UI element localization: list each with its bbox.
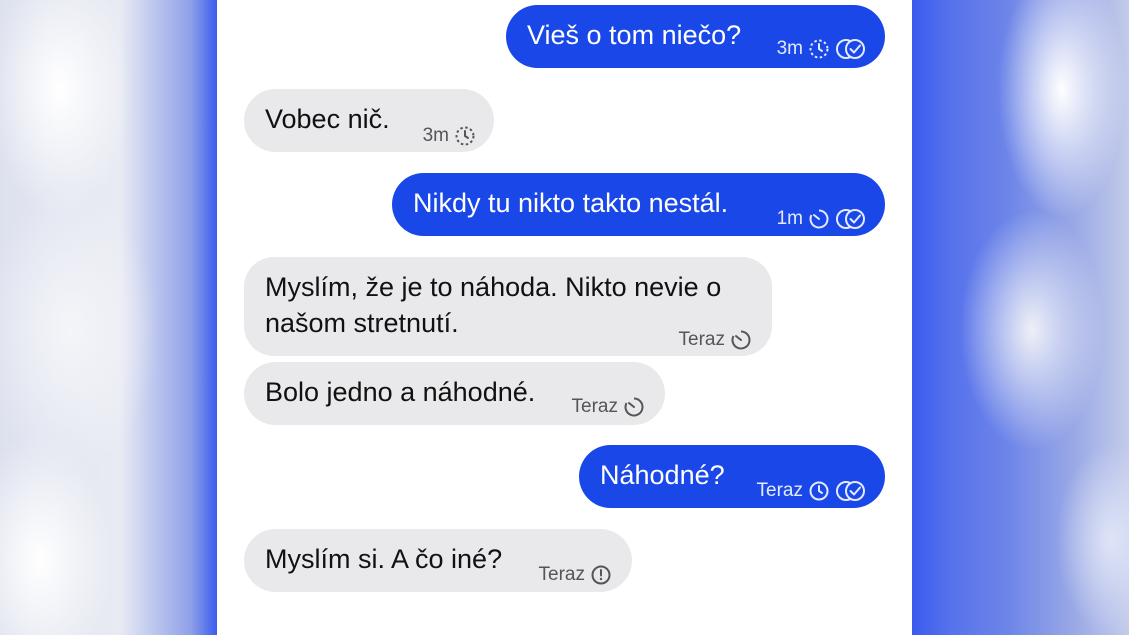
- message-meta: Teraz: [539, 556, 612, 593]
- sending-clock-icon: [809, 39, 829, 58]
- message-meta: 3m: [423, 117, 476, 154]
- message-meta: Teraz: [572, 388, 645, 425]
- message-time: 3m: [422, 125, 449, 146]
- clock-icon: [591, 565, 611, 584]
- message-time: Teraz: [538, 564, 585, 585]
- message-text-line-2: našom stretnutí.: [265, 308, 459, 338]
- message-time: 1m: [776, 208, 803, 229]
- message-text: Nikdy tu nikto takto nestál.: [413, 188, 729, 218]
- message-text-line-1: Myslím, že je to náhoda. Nikto nevie o: [265, 272, 722, 302]
- timer-icon: [731, 330, 751, 349]
- message-text: Bolo jedno a náhodné.: [265, 377, 536, 407]
- message-time: Teraz: [571, 396, 618, 417]
- sending-clock-icon: [455, 126, 475, 145]
- message-text: Náhodné?: [600, 460, 725, 490]
- blurred-background-right: [912, 0, 1129, 635]
- message-bubble-outgoing[interactable]: Náhodné? Teraz: [579, 445, 885, 508]
- message-time: Teraz: [756, 480, 803, 501]
- message-bubble-outgoing[interactable]: Vieš o tom niečo? 3m: [506, 5, 885, 68]
- clock-icon: [809, 481, 829, 500]
- timer-icon: [624, 397, 644, 416]
- double-check-icon: [836, 38, 865, 59]
- timer-icon: [809, 209, 829, 228]
- message-bubble-incoming[interactable]: Myslím si. A čo iné? Teraz: [244, 529, 632, 592]
- double-check-icon: [836, 480, 865, 501]
- message-text: Myslím si. A čo iné?: [265, 544, 503, 574]
- message-meta: Teraz: [679, 321, 752, 358]
- message-meta: 3m: [777, 30, 867, 67]
- message-text: Vobec nič.: [265, 104, 390, 134]
- message-time: Teraz: [678, 329, 725, 350]
- double-check-icon: [836, 208, 865, 229]
- message-time: 3m: [776, 38, 803, 59]
- chat-conversation: Vieš o tom niečo? 3m Vobec nič. 3m Nikdy…: [217, 0, 912, 635]
- message-text: Vieš o tom niečo?: [527, 20, 742, 50]
- message-bubble-outgoing[interactable]: Nikdy tu nikto takto nestál. 1m: [392, 173, 885, 236]
- message-meta: 1m: [777, 200, 867, 237]
- message-meta: Teraz: [757, 472, 867, 509]
- message-bubble-incoming[interactable]: Myslím, že je to náhoda. Nikto nevie o n…: [244, 257, 772, 356]
- message-bubble-incoming[interactable]: Bolo jedno a náhodné. Teraz: [244, 362, 665, 425]
- message-bubble-incoming[interactable]: Vobec nič. 3m: [244, 89, 494, 152]
- blurred-background-left: [0, 0, 217, 635]
